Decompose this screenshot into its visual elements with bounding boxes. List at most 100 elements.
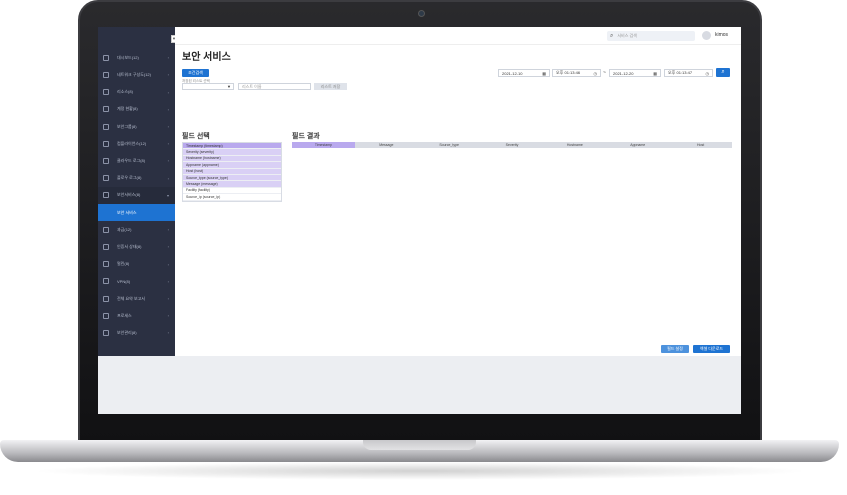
certificate-icon — [103, 243, 109, 250]
user-icon — [103, 106, 109, 113]
sidebar-item[interactable]: 보안그룹(8) › — [98, 118, 175, 136]
sidebar-item-label: 클라우드 로그(8) — [117, 157, 146, 163]
end-time-value: 오후 01:13:47 — [668, 70, 693, 75]
sidebar-item[interactable]: 인증서 상태(8) › — [98, 238, 175, 256]
gear-icon — [103, 329, 109, 336]
result-column-header[interactable]: Severity — [481, 142, 544, 148]
laptop-notch — [363, 440, 476, 450]
chevron-right-icon: › — [167, 313, 169, 319]
sidebar-item[interactable]: 계정 현황(8) › — [98, 101, 175, 119]
sidebar-item-label: 보안관리(8) — [117, 329, 137, 335]
avatar[interactable] — [702, 31, 711, 40]
vpn-icon — [103, 278, 109, 285]
sidebar-item-label: 보안그룹(8) — [117, 123, 137, 129]
sidebar-item[interactable]: 대시보드(12) › — [98, 49, 175, 67]
sidebar-item[interactable]: 컴플라이언스(12) › — [98, 135, 175, 153]
chevron-right-icon: › — [167, 141, 169, 147]
field-select-list: Timestamp (timestamp) Severity (severity)… — [182, 142, 282, 202]
result-column-header[interactable]: Hostname — [543, 142, 606, 148]
sidebar-item[interactable]: 보안서비스(8) ▾ — [98, 186, 175, 205]
sidebar-item[interactable]: 전체 요약 보고서 › — [98, 290, 175, 308]
search-icon: ⌕ — [721, 69, 725, 75]
field-select-title: 필드 선택 — [182, 133, 210, 140]
camera-icon — [418, 10, 425, 17]
service-search-input[interactable]: ⌕ 서비스 검색 — [607, 31, 695, 41]
chevron-down-icon: ▾ — [166, 192, 169, 198]
field-result-header: Timestamp Message Source_type Severity Hostn… — [292, 142, 732, 148]
end-time-input[interactable]: 오후 01:13:47 ◷ — [664, 69, 713, 77]
sidebar-item-label: 대시보드(12) — [117, 54, 139, 60]
start-date-value: 2021-12-10 — [502, 70, 523, 76]
sidebar-item[interactable]: 클라우드 로그(8) › — [98, 152, 175, 170]
search-placeholder: 서비스 검색 — [617, 33, 637, 38]
sidebar-item[interactable]: VPN(8) › — [98, 273, 175, 291]
network-icon — [103, 71, 109, 78]
start-time-input[interactable]: 오후 01:13:46 ◷ — [552, 69, 601, 77]
chevron-right-icon: › — [167, 330, 169, 336]
laptop-mockup: 대시보드(12) › 네트워크 구성도(12) › 리소스(8) › 계정 현황(8) › 보안… — [0, 0, 847, 495]
sidebar-item-label: 리소스(8) — [117, 89, 133, 95]
result-column-header[interactable]: Message — [355, 142, 418, 148]
start-date-input[interactable]: 2021-12-10 ▦ — [498, 69, 550, 77]
laptop-shadow — [30, 462, 810, 480]
chevron-right-icon: › — [167, 158, 169, 164]
chevron-right-icon: › — [167, 244, 169, 250]
chevron-right-icon: › — [167, 175, 169, 181]
username[interactable]: kimos — [715, 32, 728, 38]
report-icon — [103, 295, 109, 302]
sidebar-item-label: 플로우 로그(8) — [117, 175, 142, 181]
sidebar-item-label: 과금(12) — [117, 226, 132, 232]
sidebar-item-label: 계정 현황(8) — [117, 106, 138, 112]
chevron-right-icon: › — [167, 278, 169, 284]
sidebar-item-label: 프로세스 — [117, 312, 132, 318]
result-column-header[interactable]: Host — [669, 142, 732, 148]
sidebar-item[interactable]: 플로우 로그(8) › — [98, 169, 175, 187]
result-column-header[interactable]: Source_type — [418, 142, 481, 148]
sidebar-item-label: 컴플라이언스(12) — [117, 140, 147, 146]
sidebar-item[interactable]: 보안관리(8) › — [98, 324, 175, 342]
result-column-header[interactable]: Timestamp — [292, 142, 355, 148]
page-title: 보안 서비스 — [182, 52, 231, 63]
clock-icon: ◷ — [705, 70, 710, 76]
sidebar-item[interactable]: 네트워크 구성도(12) › — [98, 66, 175, 84]
field-result-title: 필드 결과 — [292, 133, 320, 140]
search-icon: ⌕ — [610, 32, 614, 39]
chevron-down-icon: ▼ — [227, 84, 231, 89]
screen-footer-area — [98, 356, 741, 414]
excel-download-button[interactable]: 엑셀 다운로드 — [693, 345, 730, 353]
shield-heart-icon — [103, 192, 109, 199]
saved-list-select[interactable]: ▼ — [182, 83, 234, 90]
calendar-icon: ▦ — [653, 70, 657, 76]
top-bar: ⌕ 서비스 검색 kimos — [175, 27, 741, 45]
result-column-header[interactable]: Appname — [606, 142, 669, 148]
field-settings-button[interactable]: 필드 설정 — [661, 345, 689, 353]
sidebar-item[interactable]: 보안 서비스 — [98, 203, 175, 222]
sidebar-item-label: 보안 서비스 — [117, 209, 137, 215]
field-list-item[interactable]: Source_ip (source_ip) — [183, 194, 281, 201]
search-button[interactable]: ⌕ — [716, 68, 730, 77]
clock-icon: ◷ — [593, 70, 598, 76]
range-separator: ~ — [603, 70, 606, 76]
sidebar-item[interactable]: 리소스(8) › — [98, 83, 175, 101]
sidebar-item[interactable]: 멀린(8) › — [98, 255, 175, 273]
condition-search-button[interactable]: 조건검색 — [182, 69, 209, 77]
main-content: 보안 서비스 조건검색 저장된 리스트 선택 ▼ 리스트 이름 리스트 저장 2… — [175, 45, 741, 356]
grid-icon — [103, 54, 109, 61]
billing-icon — [103, 226, 109, 233]
chevron-right-icon: › — [167, 261, 169, 267]
flow-icon — [103, 175, 109, 182]
sidebar-item[interactable]: 과금(12) › — [98, 221, 175, 239]
sidebar-item[interactable]: 프로세스 › — [98, 307, 175, 325]
chevron-right-icon: › — [167, 227, 169, 233]
sidebar-item-label: 네트워크 구성도(12) — [117, 71, 151, 77]
chevron-right-icon: › — [167, 55, 169, 61]
end-date-input[interactable]: 2021-12-20 ▦ — [609, 69, 661, 77]
sidebar-item-label: 전체 요약 보고서 — [117, 295, 145, 301]
save-list-button[interactable]: 리스트 저장 — [314, 83, 347, 90]
process-icon — [103, 312, 109, 319]
shield-icon — [103, 157, 109, 164]
sidebar-item-label: VPN(8) — [117, 278, 131, 284]
list-name-input[interactable]: 리스트 이름 — [238, 83, 311, 90]
sidebar-item-label: 인증서 상태(8) — [117, 243, 142, 249]
sidebar: 대시보드(12) › 네트워크 구성도(12) › 리소스(8) › 계정 현황(8) › 보안… — [98, 27, 175, 356]
